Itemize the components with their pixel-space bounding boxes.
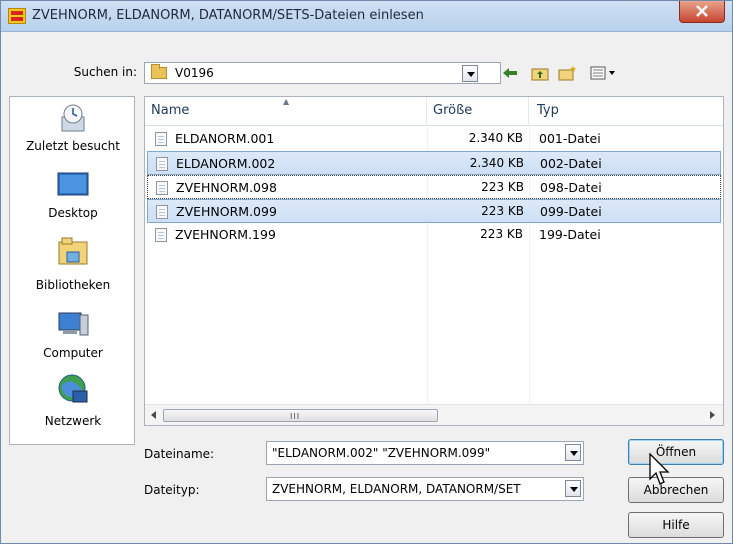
- file-size: 2.340 KB: [468, 131, 523, 145]
- close-button[interactable]: [679, 1, 725, 23]
- scroll-right-icon[interactable]: [710, 411, 715, 419]
- filename-value: "ELDANORM.002" "ZVEHNORM.099": [272, 446, 491, 460]
- place-libraries[interactable]: [10, 234, 136, 271]
- filetype-label: Dateityp:: [144, 483, 200, 497]
- app-icon: [8, 8, 26, 24]
- file-row[interactable]: ZVEHNORM.199 223 KB 199-Datei: [147, 223, 721, 247]
- file-type: 001-Datei: [539, 131, 601, 146]
- file-type: 098-Datei: [540, 180, 602, 195]
- file-list[interactable]: Name ▲ Größe Typ ELDANORM.001 2.340 KB 0…: [144, 96, 724, 426]
- place-label-recent: Zuletzt besucht: [26, 139, 120, 153]
- close-icon: [696, 5, 708, 17]
- file-size: 223 KB: [480, 227, 523, 241]
- back-icon[interactable]: [499, 62, 521, 84]
- file-name: ELDANORM.001: [175, 131, 275, 146]
- filename-dropdown-button[interactable]: [565, 444, 581, 461]
- network-icon: [58, 374, 88, 403]
- file-size: 223 KB: [481, 204, 524, 218]
- file-type: 002-Datei: [540, 156, 602, 171]
- new-folder-icon[interactable]: [557, 62, 579, 84]
- column-header-type[interactable]: Typ: [529, 97, 723, 125]
- column-header-size[interactable]: Größe: [427, 97, 529, 125]
- libraries-icon: [58, 237, 88, 265]
- file-name: ZVEHNORM.099: [176, 204, 277, 219]
- cancel-button[interactable]: Abbrechen: [628, 477, 724, 503]
- filetype-select[interactable]: ZVEHNORM, ELDANORM, DATANORM/SET: [266, 477, 584, 501]
- scroll-grip: III: [290, 412, 301, 421]
- view-menu-icon[interactable]: [589, 62, 619, 84]
- recent-icon: [61, 104, 85, 132]
- place-network[interactable]: [10, 373, 136, 410]
- file-row[interactable]: ELDANORM.001 2.340 KB 001-Datei: [147, 127, 721, 151]
- title-bar[interactable]: ZVEHNORM, ELDANORM, DATANORM/SETS-Dateie…: [1, 1, 732, 32]
- place-desktop[interactable]: [10, 171, 136, 202]
- window-title: ZVEHNORM, ELDANORM, DATANORM/SETS-Dateie…: [32, 8, 424, 23]
- file-row[interactable]: ZVEHNORM.098 223 KB 098-Datei: [147, 175, 721, 199]
- file-icon: [156, 205, 168, 219]
- place-recent[interactable]: [10, 103, 136, 138]
- place-label-network: Netzwerk: [44, 414, 102, 428]
- scroll-left-icon[interactable]: [151, 411, 156, 419]
- file-name: ZVEHNORM.199: [175, 227, 276, 242]
- lookin-combobox[interactable]: V0196: [144, 62, 501, 84]
- file-icon: [155, 132, 167, 146]
- desktop-icon: [57, 172, 89, 196]
- filename-field[interactable]: "ELDANORM.002" "ZVEHNORM.099": [266, 441, 584, 465]
- scroll-thumb[interactable]: III: [163, 409, 438, 422]
- place-label-libraries: Bibliotheken: [35, 278, 111, 292]
- place-label-desktop: Desktop: [48, 206, 98, 220]
- mouse-cursor-icon: [649, 453, 670, 485]
- up-folder-icon[interactable]: [529, 62, 551, 84]
- place-computer[interactable]: [10, 307, 136, 342]
- open-button[interactable]: Öffnen: [628, 439, 724, 465]
- computer-icon: [58, 312, 89, 336]
- sort-arrow-icon: ▲: [283, 97, 290, 106]
- filename-label: Dateiname:: [144, 447, 215, 461]
- filetype-value: ZVEHNORM, ELDANORM, DATANORM/SET: [272, 482, 521, 496]
- file-name: ZVEHNORM.098: [176, 180, 277, 195]
- file-type: 099-Datei: [540, 204, 602, 219]
- help-button[interactable]: Hilfe: [628, 512, 724, 538]
- filetype-dropdown-button[interactable]: [565, 480, 581, 497]
- list-header: Name ▲ Größe Typ: [145, 97, 723, 126]
- horizontal-scrollbar[interactable]: III: [145, 404, 723, 425]
- file-row[interactable]: ZVEHNORM.099 223 KB 099-Datei: [147, 199, 721, 223]
- file-size: 2.340 KB: [469, 156, 524, 170]
- lookin-dropdown-button[interactable]: [462, 65, 478, 82]
- lookin-value: V0196: [175, 66, 214, 80]
- file-icon: [155, 228, 167, 242]
- file-open-dialog: ZVEHNORM, ELDANORM, DATANORM/SETS-Dateie…: [0, 0, 733, 544]
- lookin-label: Suchen in:: [73, 65, 137, 79]
- place-label-computer: Computer: [43, 346, 103, 360]
- file-name: ELDANORM.002: [176, 156, 276, 171]
- file-icon: [156, 157, 168, 171]
- file-type: 199-Datei: [539, 227, 601, 242]
- places-bar: Zuletzt besucht Desktop Bibliotheken Com…: [9, 96, 135, 445]
- file-size: 223 KB: [481, 180, 524, 194]
- file-row[interactable]: ELDANORM.002 2.340 KB 002-Datei: [147, 151, 721, 175]
- file-icon: [156, 181, 168, 195]
- folder-icon: [151, 64, 167, 79]
